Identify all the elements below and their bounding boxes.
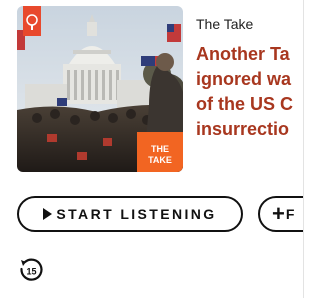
episode-artwork[interactable]: THE TAKE (17, 6, 183, 172)
add-button-label: F (285, 206, 297, 222)
plus-icon: + (272, 201, 285, 226)
start-listening-label: START LISTENING (56, 206, 217, 222)
rewind-15-button[interactable]: 15 (17, 256, 45, 284)
rewind-15-icon: 15 (20, 258, 43, 281)
episode-title-line: ignored wa (196, 69, 292, 89)
play-icon (43, 208, 53, 220)
svg-text:THE: THE (151, 144, 169, 154)
episode-title-line: Another Ta (196, 44, 290, 64)
episode-card: THE TAKE The Take Another Ta ignored wa … (0, 0, 304, 298)
svg-text:TAKE: TAKE (148, 155, 172, 165)
rewind-seconds: 15 (26, 267, 36, 277)
episode-title-line: of the US C (196, 94, 293, 114)
logo-tab (23, 6, 41, 36)
episode-title[interactable]: Another Ta ignored wa of the US C insurr… (196, 42, 303, 167)
start-listening-button[interactable]: START LISTENING (17, 196, 243, 232)
episode-title-line: insurrectio (196, 119, 290, 139)
show-name[interactable]: The Take (196, 16, 253, 32)
capitol-riot-image: THE TAKE (17, 6, 183, 172)
add-to-queue-button[interactable]: + F (258, 196, 303, 232)
